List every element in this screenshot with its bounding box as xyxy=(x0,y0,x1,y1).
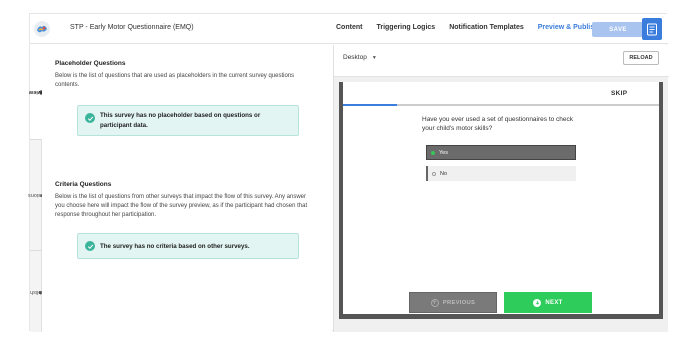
placeholder-notice: This survey has no placeholder based on … xyxy=(77,105,299,136)
progress-bar xyxy=(343,104,659,106)
tab-versions[interactable]: ● Versions xyxy=(28,140,49,250)
survey-preview-panel: Desktop ▼ RELOAD SKIP Have you ever used… xyxy=(333,45,669,332)
criteria-notice-text: The survey has no criteria based on othe… xyxy=(100,243,250,250)
preview-settings-panel: Placeholder Questions Below is the list … xyxy=(42,45,343,332)
survey-screen: SKIP Have you ever used a set of questio… xyxy=(343,82,659,314)
arrow-down-icon xyxy=(533,298,542,307)
reload-button[interactable]: RELOAD xyxy=(623,51,659,65)
answer-option-no[interactable]: No xyxy=(426,166,576,181)
side-tab-rail: ◉ Preview ● Versions ■ Publish xyxy=(28,45,50,332)
preview-toolbar: Desktop ▼ RELOAD xyxy=(334,45,669,77)
device-select-value: Desktop xyxy=(343,54,367,61)
device-select[interactable]: Desktop ▼ xyxy=(343,54,377,61)
survey-title: STP - Early Motor Questionnaire (EMQ) xyxy=(70,24,194,31)
placeholder-notice-text: This survey has no placeholder based on … xyxy=(100,112,261,129)
previous-label: PREVIOUS xyxy=(442,299,476,306)
nav-notification-templates[interactable]: Notification Templates xyxy=(449,24,524,31)
answer-option-label: Yes xyxy=(439,149,448,156)
check-circle-icon xyxy=(85,113,95,123)
device-frame: SKIP Have you ever used a set of questio… xyxy=(339,82,663,319)
question-text: Have you ever used a set of questionnair… xyxy=(422,116,574,132)
criteria-description: Below is the list of questions from othe… xyxy=(55,194,308,218)
main-nav: Content Triggering Logics Notification T… xyxy=(336,24,612,31)
nav-preview-publish[interactable]: Preview & Publish xyxy=(538,24,599,31)
chevron-down-icon: ▼ xyxy=(371,54,377,61)
progress-fill xyxy=(343,104,397,106)
tab-preview[interactable]: ◉ Preview xyxy=(29,45,49,139)
tab-publish[interactable]: ■ Publish xyxy=(30,251,48,332)
app-window: STP - Early Motor Questionnaire (EMQ) Co… xyxy=(28,13,669,332)
brand-logo-icon[interactable] xyxy=(34,21,50,37)
top-bar: STP - Early Motor Questionnaire (EMQ) Co… xyxy=(30,14,668,44)
skip-button[interactable]: SKIP xyxy=(611,90,627,97)
answer-option-label: No xyxy=(440,170,448,177)
arrow-up-icon xyxy=(430,298,439,307)
radio-empty-icon xyxy=(432,171,436,176)
criteria-notice: The survey has no criteria based on othe… xyxy=(77,233,299,259)
check-circle-icon xyxy=(85,241,95,251)
criteria-title: Criteria Questions xyxy=(55,181,112,188)
placeholder-description: Below is the list of questions that are … xyxy=(55,73,295,88)
next-label: NEXT xyxy=(545,299,563,306)
nav-content[interactable]: Content xyxy=(336,24,362,31)
previous-button[interactable]: PREVIOUS xyxy=(409,292,497,313)
document-icon[interactable] xyxy=(642,18,662,40)
placeholder-title: Placeholder Questions xyxy=(55,60,126,67)
radio-selected-icon xyxy=(431,150,435,155)
next-button[interactable]: NEXT xyxy=(504,292,592,313)
survey-header: SKIP xyxy=(343,82,659,104)
save-button[interactable]: SAVE xyxy=(592,22,644,37)
answer-option-yes[interactable]: Yes xyxy=(426,145,576,160)
nav-triggering-logics[interactable]: Triggering Logics xyxy=(376,24,435,31)
